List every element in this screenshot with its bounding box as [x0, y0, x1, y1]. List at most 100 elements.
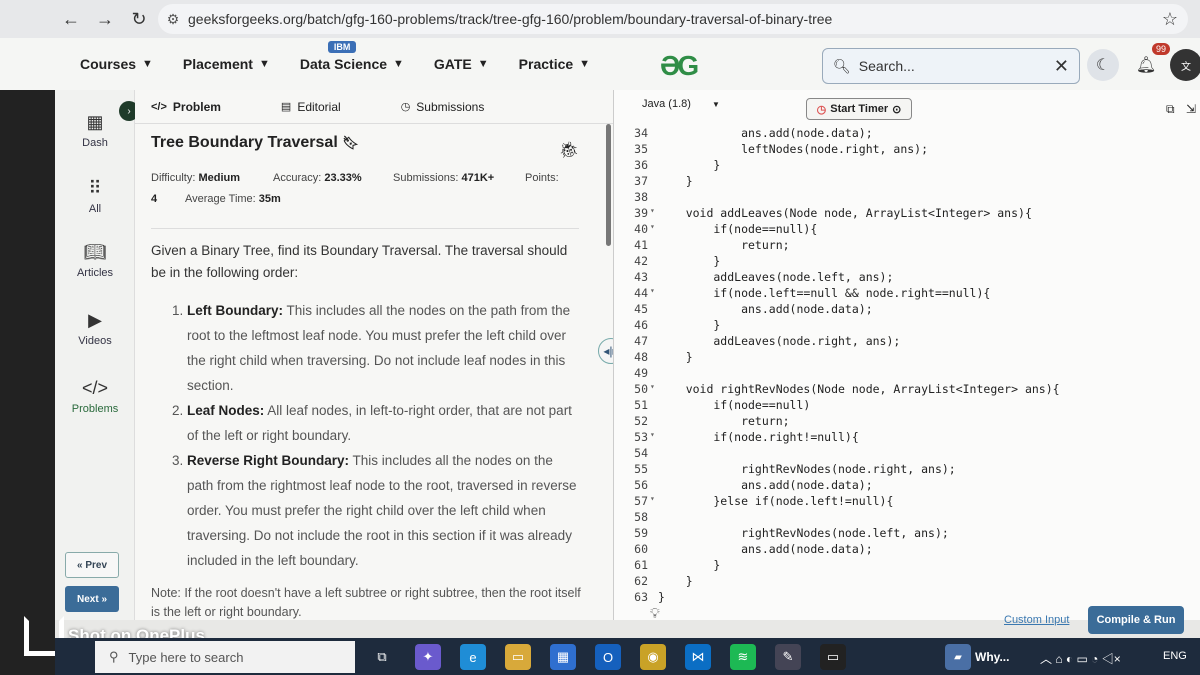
fold-arrow-icon[interactable]: ▾ — [650, 286, 655, 295]
store-icon[interactable]: ▦ — [550, 644, 576, 670]
terminal-icon[interactable]: ▭ — [820, 644, 846, 670]
code-line[interactable]: 59 rightRevNodes(node.left, ans); — [614, 526, 1200, 542]
code-line[interactable]: 34 ans.add(node.data); — [614, 126, 1200, 142]
url-text: geeksforgeeks.org/batch/gfg-160-problems… — [188, 11, 833, 27]
book-icon: 📖︎ — [83, 242, 107, 262]
menu-practice[interactable]: Practice ▼ — [519, 56, 590, 72]
forward-icon[interactable]: → — [88, 4, 122, 34]
vscode-icon[interactable]: ⋈ — [685, 644, 711, 670]
code-line[interactable]: 37 } — [614, 174, 1200, 190]
code-text: void addLeaves(Node node, ArrayList<Inte… — [658, 206, 1032, 220]
sidebar-item-all[interactable]: ⠿ All — [55, 178, 135, 215]
code-line[interactable]: 53 ▾ if(node.right!=null){ — [614, 430, 1200, 446]
lightbulb-icon[interactable]: 💡︎ — [650, 605, 660, 622]
tray-app-icon[interactable]: ▰ — [945, 644, 971, 670]
copy-icon[interactable]: ⧉ — [1166, 102, 1175, 117]
code-line[interactable]: 46 } — [614, 318, 1200, 334]
copilot-icon[interactable]: ✦ — [415, 644, 441, 670]
fold-arrow-icon[interactable]: ▾ — [650, 430, 655, 439]
compile-run-button[interactable]: Compile & Run — [1088, 606, 1184, 634]
points-number: 4 — [151, 193, 158, 205]
spotify-icon[interactable]: ≋ — [730, 644, 756, 670]
rule-heading: Left Boundary: — [187, 303, 283, 318]
code-line[interactable]: 51 if(node==null) — [614, 398, 1200, 414]
code-line[interactable]: 55 rightRevNodes(node.right, ans); — [614, 462, 1200, 478]
code-line[interactable]: 43 addLeaves(node.left, ans); — [614, 270, 1200, 286]
code-line[interactable]: 41 return; — [614, 238, 1200, 254]
taskbar-search-input[interactable]: ⚲ Type here to search — [95, 641, 355, 673]
code-line[interactable]: 52 return; — [614, 414, 1200, 430]
menu-courses[interactable]: Courses ▼ — [80, 56, 153, 72]
task-view-icon[interactable]: ⧉ — [369, 644, 395, 670]
site-info-icon[interactable]: ⚙ — [158, 11, 188, 28]
notifications-button[interactable]: 🔔︎ 99 — [1130, 43, 1170, 81]
code-line[interactable]: 54 — [614, 446, 1200, 462]
bookmark-icon[interactable]: 🔖︎ — [342, 135, 359, 150]
code-line[interactable]: 36 } — [614, 158, 1200, 174]
line-number: 56 — [634, 478, 648, 492]
next-button[interactable]: Next » — [65, 586, 119, 612]
code-line[interactable]: 57 ▾ }else if(node.left!=null){ — [614, 494, 1200, 510]
address-bar[interactable]: ⚙ geeksforgeeks.org/batch/gfg-160-proble… — [158, 4, 1188, 34]
fold-arrow-icon[interactable]: ▾ — [650, 494, 655, 503]
menu-gate[interactable]: GATE ▼ — [434, 56, 489, 72]
tab-problem[interactable]: </> Problem — [151, 100, 221, 114]
bookmark-star-icon[interactable]: ☆ — [1162, 9, 1178, 30]
line-number: 59 — [634, 526, 648, 540]
back-icon[interactable]: ← — [54, 4, 88, 34]
code-line[interactable]: 49 — [614, 366, 1200, 382]
tray-app-label[interactable]: Why... — [975, 650, 1009, 664]
language-icon[interactable]: 文 — [1170, 49, 1200, 81]
system-tray-icons[interactable]: ︿ ⌂ ◐ ▭ ◔ ◁× — [1040, 650, 1121, 667]
app-icon[interactable]: ✎ — [775, 644, 801, 670]
accuracy-label: Accuracy: — [273, 172, 322, 184]
code-line[interactable]: 47 addLeaves(node.right, ans); — [614, 334, 1200, 350]
code-line[interactable]: 39 ▾ void addLeaves(Node node, ArrayList<… — [614, 206, 1200, 222]
code-line[interactable]: 38 — [614, 190, 1200, 206]
chrome-icon[interactable]: ◉ — [640, 644, 666, 670]
close-icon[interactable]: ✕ — [1054, 56, 1069, 77]
fold-arrow-icon[interactable]: ▾ — [650, 206, 655, 215]
start-timer-button[interactable]: ◷ Start Timer ⊙ — [806, 98, 912, 120]
fold-arrow-icon[interactable]: ▾ — [650, 222, 655, 231]
outlook-icon[interactable]: O — [595, 644, 621, 670]
code-line[interactable]: 48 } — [614, 350, 1200, 366]
tab-editorial[interactable]: ▤ Editorial — [281, 100, 341, 114]
code-line[interactable]: 50 ▾ void rightRevNodes(Node node, ArrayL… — [614, 382, 1200, 398]
sidebar-item-problems[interactable]: </> Problems — [55, 378, 135, 415]
code-line[interactable]: 62 } — [614, 574, 1200, 590]
sidebar-item-articles[interactable]: 📖︎ Articles — [55, 242, 135, 279]
search-input[interactable]: 🔍︎ Search... ✕ — [822, 48, 1080, 84]
prev-button[interactable]: « Prev — [65, 552, 119, 578]
scrollbar[interactable] — [606, 124, 611, 246]
code-line[interactable]: 45 ans.add(node.data); — [614, 302, 1200, 318]
code-line[interactable]: 35 leftNodes(node.right, ans); — [614, 142, 1200, 158]
code-line[interactable]: 58 — [614, 510, 1200, 526]
dark-mode-toggle[interactable]: ☾ — [1087, 49, 1119, 81]
fold-arrow-icon[interactable]: ▾ — [650, 382, 655, 391]
code-line[interactable]: 63} — [614, 590, 1200, 606]
code-line[interactable]: 40 ▾ if(node==null){ — [614, 222, 1200, 238]
sidebar-item-videos[interactable]: ▶ Videos — [55, 310, 135, 347]
code-line[interactable]: 44 ▾ if(node.left==null && node.right==nu… — [614, 286, 1200, 302]
code-line[interactable]: 42 } — [614, 254, 1200, 270]
language-select[interactable]: Java (1.8) ▼ — [642, 98, 720, 110]
reload-icon[interactable]: ↻ — [122, 4, 156, 34]
custom-input-link[interactable]: Custom Input — [1004, 614, 1069, 626]
input-language[interactable]: ENG — [1163, 650, 1187, 662]
file-explorer-icon[interactable]: ▭ — [505, 644, 531, 670]
gfg-logo[interactable]: ƏG — [660, 50, 699, 82]
code-line[interactable]: 56 ans.add(node.data); — [614, 478, 1200, 494]
edge-icon[interactable]: e — [460, 644, 486, 670]
search-placeholder: Search... — [858, 58, 915, 74]
line-number: 40 — [634, 222, 648, 236]
menu-data-science[interactable]: IBM Data Science ▼ — [300, 41, 404, 72]
fullscreen-icon[interactable]: ⇲ — [1186, 102, 1196, 116]
tab-submissions[interactable]: ◷ Submissions — [401, 100, 485, 114]
code-line[interactable]: 60 ans.add(node.data); — [614, 542, 1200, 558]
site-header: Courses ▼ Placement ▼ IBM Data Science ▼ GA… — [0, 38, 1200, 90]
bug-report-icon[interactable]: 🐞︎ — [559, 140, 579, 160]
code-text: ans.add(node.data); — [658, 302, 873, 316]
code-line[interactable]: 61 } — [614, 558, 1200, 574]
menu-placement[interactable]: Placement ▼ — [183, 56, 270, 72]
